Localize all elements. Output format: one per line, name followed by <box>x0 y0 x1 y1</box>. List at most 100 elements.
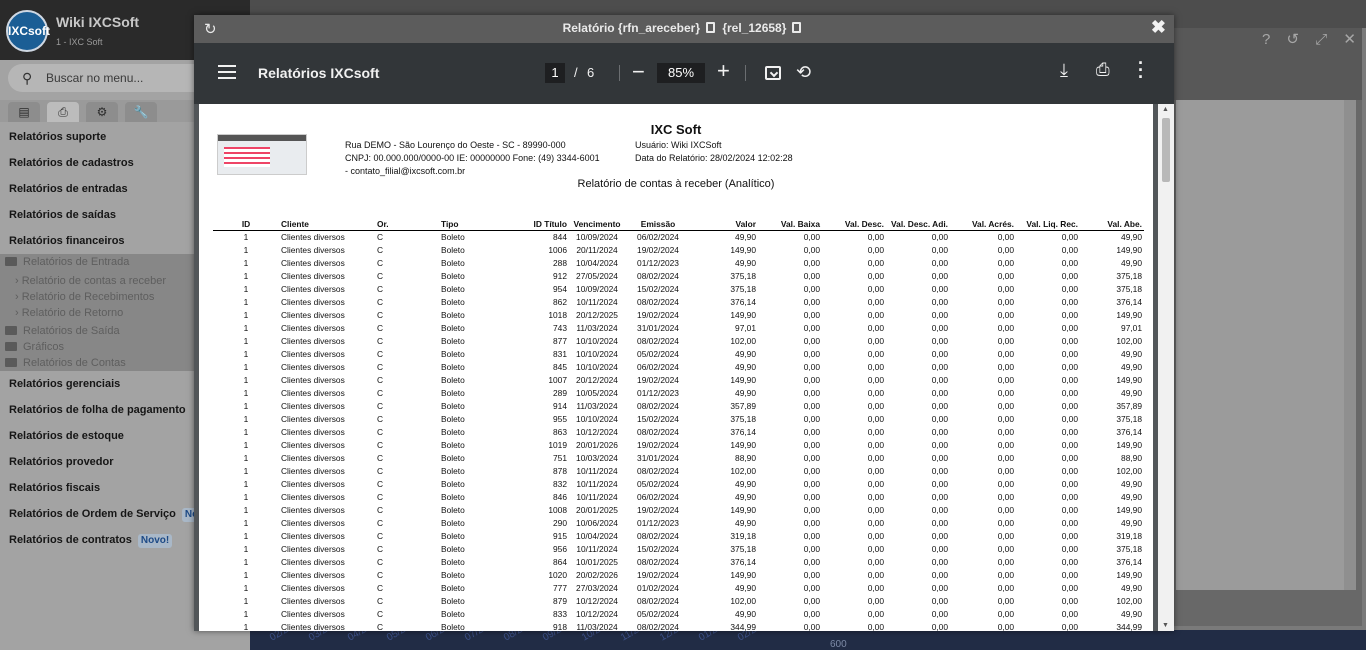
table-cell: C <box>377 413 384 424</box>
table-cell: 376,14 <box>730 296 756 307</box>
table-cell: 319,18 <box>730 530 756 541</box>
table-cell: Boleto <box>441 465 465 476</box>
table-cell: 10/11/2024 <box>576 543 618 554</box>
table-cell: 0,00 <box>867 348 884 359</box>
table-cell: C <box>377 543 384 554</box>
table-cell: 49,90 <box>735 478 756 489</box>
submenu-item-recebimentos[interactable]: › Relatório de Recebimentos <box>15 289 154 305</box>
table-cell: Clientes diversos <box>281 465 345 476</box>
print-icon[interactable]: ⎙ <box>1096 60 1110 80</box>
zoom-input[interactable]: 85% <box>657 63 705 83</box>
table-cell: 102,00 <box>1116 595 1142 606</box>
table-cell: 1 <box>243 322 249 333</box>
toolbar-divider <box>745 65 746 81</box>
table-cell: 0,00 <box>867 413 884 424</box>
table-cell: 0,00 <box>931 413 948 424</box>
table-cell: 0,00 <box>1061 582 1078 593</box>
table-cell: 1 <box>243 348 249 359</box>
table-cell: 1008 <box>548 504 567 515</box>
table-row: 1 Clientes diversos C Boleto 1006 20/11/2024 1… <box>213 243 1144 256</box>
table-cell: 0,00 <box>867 543 884 554</box>
new-badge: Novo! <box>137 534 173 548</box>
table-cell: 743 <box>553 322 567 333</box>
table-cell: 49,90 <box>1121 348 1142 359</box>
table-cell: 0,00 <box>867 374 884 385</box>
table-cell: 149,90 <box>730 504 756 515</box>
column-header: Val. Baixa <box>758 219 822 231</box>
report-date: Data do Relatório: 28/02/2024 12:02:28 <box>635 153 793 163</box>
table-cell: 1019 <box>548 439 567 450</box>
pdf-scrollbar[interactable]: ▲ ▼ <box>1158 104 1174 631</box>
table-cell: 19/02/2024 <box>637 569 679 580</box>
page-number-input[interactable]: 1 <box>545 63 565 83</box>
table-cell: 06/02/2024 <box>637 361 679 372</box>
folder-icon <box>5 358 17 367</box>
copy-icon[interactable] <box>705 22 715 33</box>
submenu-folder-label: Gráficos <box>23 341 64 353</box>
zoom-out-button[interactable]: − <box>632 59 645 85</box>
table-cell: 1 <box>243 283 249 294</box>
submenu-item-contas-receber[interactable]: › Relatório de contas a receber <box>15 273 166 289</box>
table-cell: C <box>377 374 384 385</box>
table-cell: 0,00 <box>997 309 1014 320</box>
table-cell: 0,00 <box>931 322 948 333</box>
table-cell: C <box>377 244 384 255</box>
list-icon[interactable]: ▤ <box>8 102 40 122</box>
submenu-folder-saida[interactable]: Relatórios de Saída <box>5 323 120 339</box>
table-cell: 0,00 <box>867 231 884 242</box>
table-cell: 49,90 <box>735 491 756 502</box>
table-cell: 0,00 <box>931 348 948 359</box>
menu-icon[interactable] <box>218 65 236 79</box>
table-cell: 0,00 <box>1061 296 1078 307</box>
table-cell: 0,00 <box>997 595 1014 606</box>
submenu-folder-graficos[interactable]: Gráficos <box>5 339 64 355</box>
close-icon[interactable]: ✖ <box>1151 17 1166 38</box>
table-cell: 01/12/2023 <box>637 517 679 528</box>
table-cell: 1 <box>243 231 249 242</box>
table-cell: 149,90 <box>730 374 756 385</box>
table-cell: 0,00 <box>1061 452 1078 463</box>
copy-icon[interactable] <box>792 22 802 33</box>
table-cell: 0,00 <box>997 556 1014 567</box>
table-cell: Clientes diversos <box>281 400 345 411</box>
download-icon[interactable]: ⤓ <box>1060 60 1068 81</box>
table-cell: 20/01/2026 <box>576 439 618 450</box>
scroll-up-icon[interactable]: ▲ <box>1162 106 1169 113</box>
wrench-icon[interactable]: 🔧 <box>125 102 157 122</box>
table-cell: Clientes diversos <box>281 491 345 502</box>
submenu-folder-contas[interactable]: Relatórios de Contas <box>5 355 126 371</box>
table-cell: 0,00 <box>867 335 884 346</box>
submenu-item-retorno[interactable]: › Relatório de Retorno <box>15 305 123 321</box>
rotate-icon[interactable]: ⟲ <box>796 62 811 83</box>
submenu-folder-entrada[interactable]: Relatórios de Entrada <box>5 254 129 270</box>
pdf-viewer[interactable]: IXC Soft Rua DEMO - São Lourenço do Oest… <box>194 104 1174 631</box>
table-cell: 0,00 <box>997 335 1014 346</box>
zoom-in-button[interactable]: + <box>717 58 730 84</box>
fit-page-icon[interactable] <box>765 66 781 80</box>
table-cell: 376,14 <box>1116 296 1142 307</box>
table-cell: 10/01/2025 <box>576 556 618 567</box>
table-cell: C <box>377 387 384 398</box>
table-row: 1 Clientes diversos C Boleto 1008 20/01/2025 1… <box>213 503 1144 516</box>
table-cell: 0,00 <box>867 621 884 632</box>
report-modal: ↻ Relatório {rfn_areceber} {rel_12658} ✖… <box>194 15 1174 631</box>
table-cell: 0,00 <box>997 296 1014 307</box>
table-cell: 08/02/2024 <box>637 270 679 281</box>
submenu-folder-label: Relatórios de Contas <box>23 357 126 369</box>
print-icon[interactable]: ⎙ <box>47 102 79 122</box>
gears-icon[interactable]: ⚙ <box>86 102 118 122</box>
table-cell: 08/02/2024 <box>637 621 679 632</box>
table-cell: 0,00 <box>803 413 820 424</box>
table-cell: 1 <box>243 504 249 515</box>
table-cell: Clientes diversos <box>281 621 345 632</box>
table-cell: 0,00 <box>931 309 948 320</box>
table-cell: Clientes diversos <box>281 426 345 437</box>
table-cell: 49,90 <box>1121 582 1142 593</box>
table-cell: 0,00 <box>867 322 884 333</box>
more-options-icon[interactable]: · · · <box>1138 54 1144 86</box>
app-logo[interactable]: IXCsoft <box>6 10 50 52</box>
table-row: 1 Clientes diversos C Boleto 743 11/03/2024 31… <box>213 321 1144 334</box>
scroll-down-icon[interactable]: ▼ <box>1162 622 1169 629</box>
table-cell: 20/12/2025 <box>576 309 618 320</box>
scrollbar-thumb[interactable] <box>1162 118 1170 182</box>
